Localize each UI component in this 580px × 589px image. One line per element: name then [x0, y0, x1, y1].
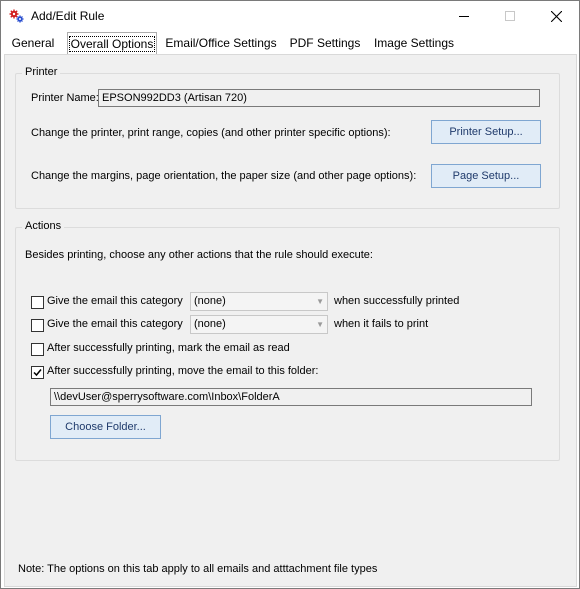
printer-setup-description: Change the printer, print range, copies …	[31, 127, 391, 139]
minimize-icon	[459, 16, 469, 17]
category-success-dropdown[interactable]: (none) ▼	[190, 292, 328, 311]
printer-name-label: Printer Name:	[31, 92, 99, 104]
close-button[interactable]	[533, 1, 579, 31]
page-setup-button[interactable]: Page Setup...	[431, 164, 541, 188]
title-bar: Add/Edit Rule	[1, 1, 579, 31]
tab-pdf-settings[interactable]: PDF Settings	[287, 34, 363, 53]
choose-folder-button[interactable]: Choose Folder...	[50, 415, 161, 439]
close-icon	[550, 10, 562, 22]
minimize-button[interactable]	[441, 1, 487, 31]
tab-general[interactable]: General	[7, 34, 59, 53]
chevron-down-icon: ▼	[316, 320, 324, 329]
printer-group-title: Printer	[22, 66, 61, 78]
tab-image-settings-label: Image Settings	[373, 36, 455, 50]
tab-strip: General Overall Options Email/Office Set…	[1, 31, 579, 55]
folder-path-field[interactable]: \\devUser@sperrysoftware.com\Inbox\Folde…	[50, 388, 532, 406]
actions-group-title: Actions	[22, 220, 65, 232]
tab-image-settings[interactable]: Image Settings	[373, 34, 455, 53]
category-success-checkbox[interactable]	[31, 296, 44, 309]
tab-pdf-settings-label: PDF Settings	[289, 36, 361, 50]
category-fail-label: Give the email this category	[47, 318, 183, 330]
mark-read-label: After successfully printing, mark the em…	[47, 342, 290, 354]
category-fail-checkbox[interactable]	[31, 319, 44, 332]
tab-email-office-settings[interactable]: Email/Office Settings	[165, 34, 277, 53]
move-folder-checkbox[interactable]	[31, 366, 44, 379]
maximize-button[interactable]	[487, 1, 533, 31]
window-title: Add/Edit Rule	[31, 9, 105, 23]
category-fail-value: (none)	[194, 318, 226, 330]
app-gears-icon	[9, 8, 25, 24]
overall-options-page: Printer Printer Name: EPSON992DD3 (Artis…	[4, 54, 577, 587]
add-edit-rule-window: Add/Edit Rule General Overall Options Em…	[0, 0, 580, 589]
category-fail-suffix: when it fails to print	[334, 318, 429, 330]
page-setup-description: Change the margins, page orientation, th…	[31, 170, 417, 182]
maximize-icon	[505, 11, 515, 21]
actions-intro-text: Besides printing, choose any other actio…	[25, 249, 373, 261]
note-text: Note: The options on this tab apply to a…	[18, 563, 378, 575]
printer-setup-button[interactable]: Printer Setup...	[431, 120, 541, 144]
actions-group: Actions Besides printing, choose any oth…	[15, 220, 560, 461]
category-success-value: (none)	[194, 295, 226, 307]
mark-read-checkbox[interactable]	[31, 343, 44, 356]
tab-overall-options-label: Overall Options	[68, 36, 156, 52]
category-fail-dropdown[interactable]: (none) ▼	[190, 315, 328, 334]
printer-name-field[interactable]: EPSON992DD3 (Artisan 720)	[98, 89, 540, 107]
move-folder-label: After successfully printing, move the em…	[47, 365, 319, 377]
tab-overall-options[interactable]: Overall Options	[67, 32, 157, 55]
category-success-suffix: when successfully printed	[334, 295, 460, 307]
checkmark-icon	[33, 369, 42, 377]
printer-group: Printer Printer Name: EPSON992DD3 (Artis…	[15, 66, 560, 209]
chevron-down-icon: ▼	[316, 297, 324, 306]
category-success-label: Give the email this category	[47, 295, 183, 307]
tab-email-office-settings-label: Email/Office Settings	[165, 36, 277, 50]
tab-general-label: General	[11, 36, 55, 50]
